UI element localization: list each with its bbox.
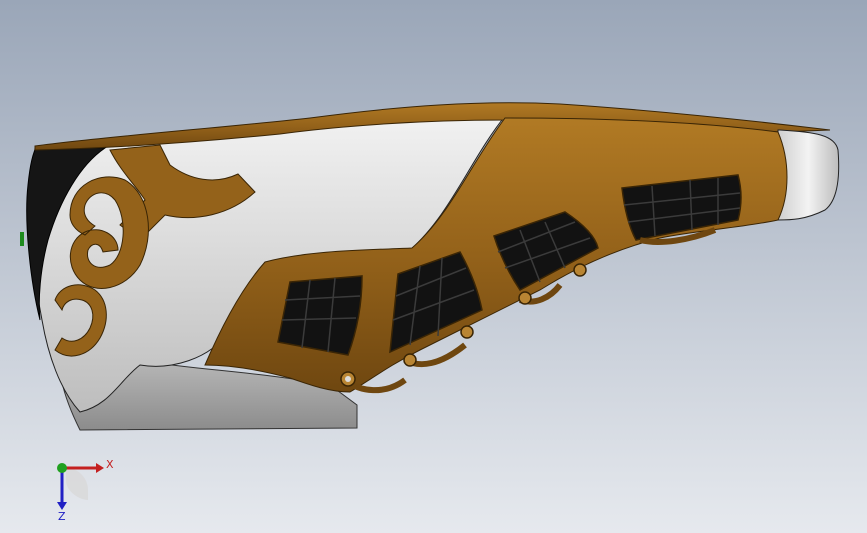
x-axis-arrow bbox=[96, 463, 104, 473]
eyelet-2 bbox=[403, 353, 417, 367]
x-axis-label: X bbox=[106, 458, 114, 471]
y-axis-dot bbox=[57, 463, 67, 473]
triad-shadow bbox=[66, 468, 88, 500]
eyelet-5 bbox=[573, 263, 587, 277]
vent-window-1 bbox=[277, 275, 363, 356]
eyelet-1-hole bbox=[345, 376, 351, 382]
edge-marker bbox=[20, 232, 24, 246]
eyelet-3 bbox=[460, 325, 474, 339]
coordinate-triad[interactable]: X Z bbox=[48, 452, 118, 522]
eyelet-4 bbox=[518, 291, 532, 305]
viewport-canvas[interactable] bbox=[0, 0, 867, 533]
z-axis-label: Z bbox=[58, 510, 66, 522]
z-axis-arrow bbox=[57, 502, 67, 510]
3d-viewport[interactable]: X Z bbox=[0, 0, 867, 533]
